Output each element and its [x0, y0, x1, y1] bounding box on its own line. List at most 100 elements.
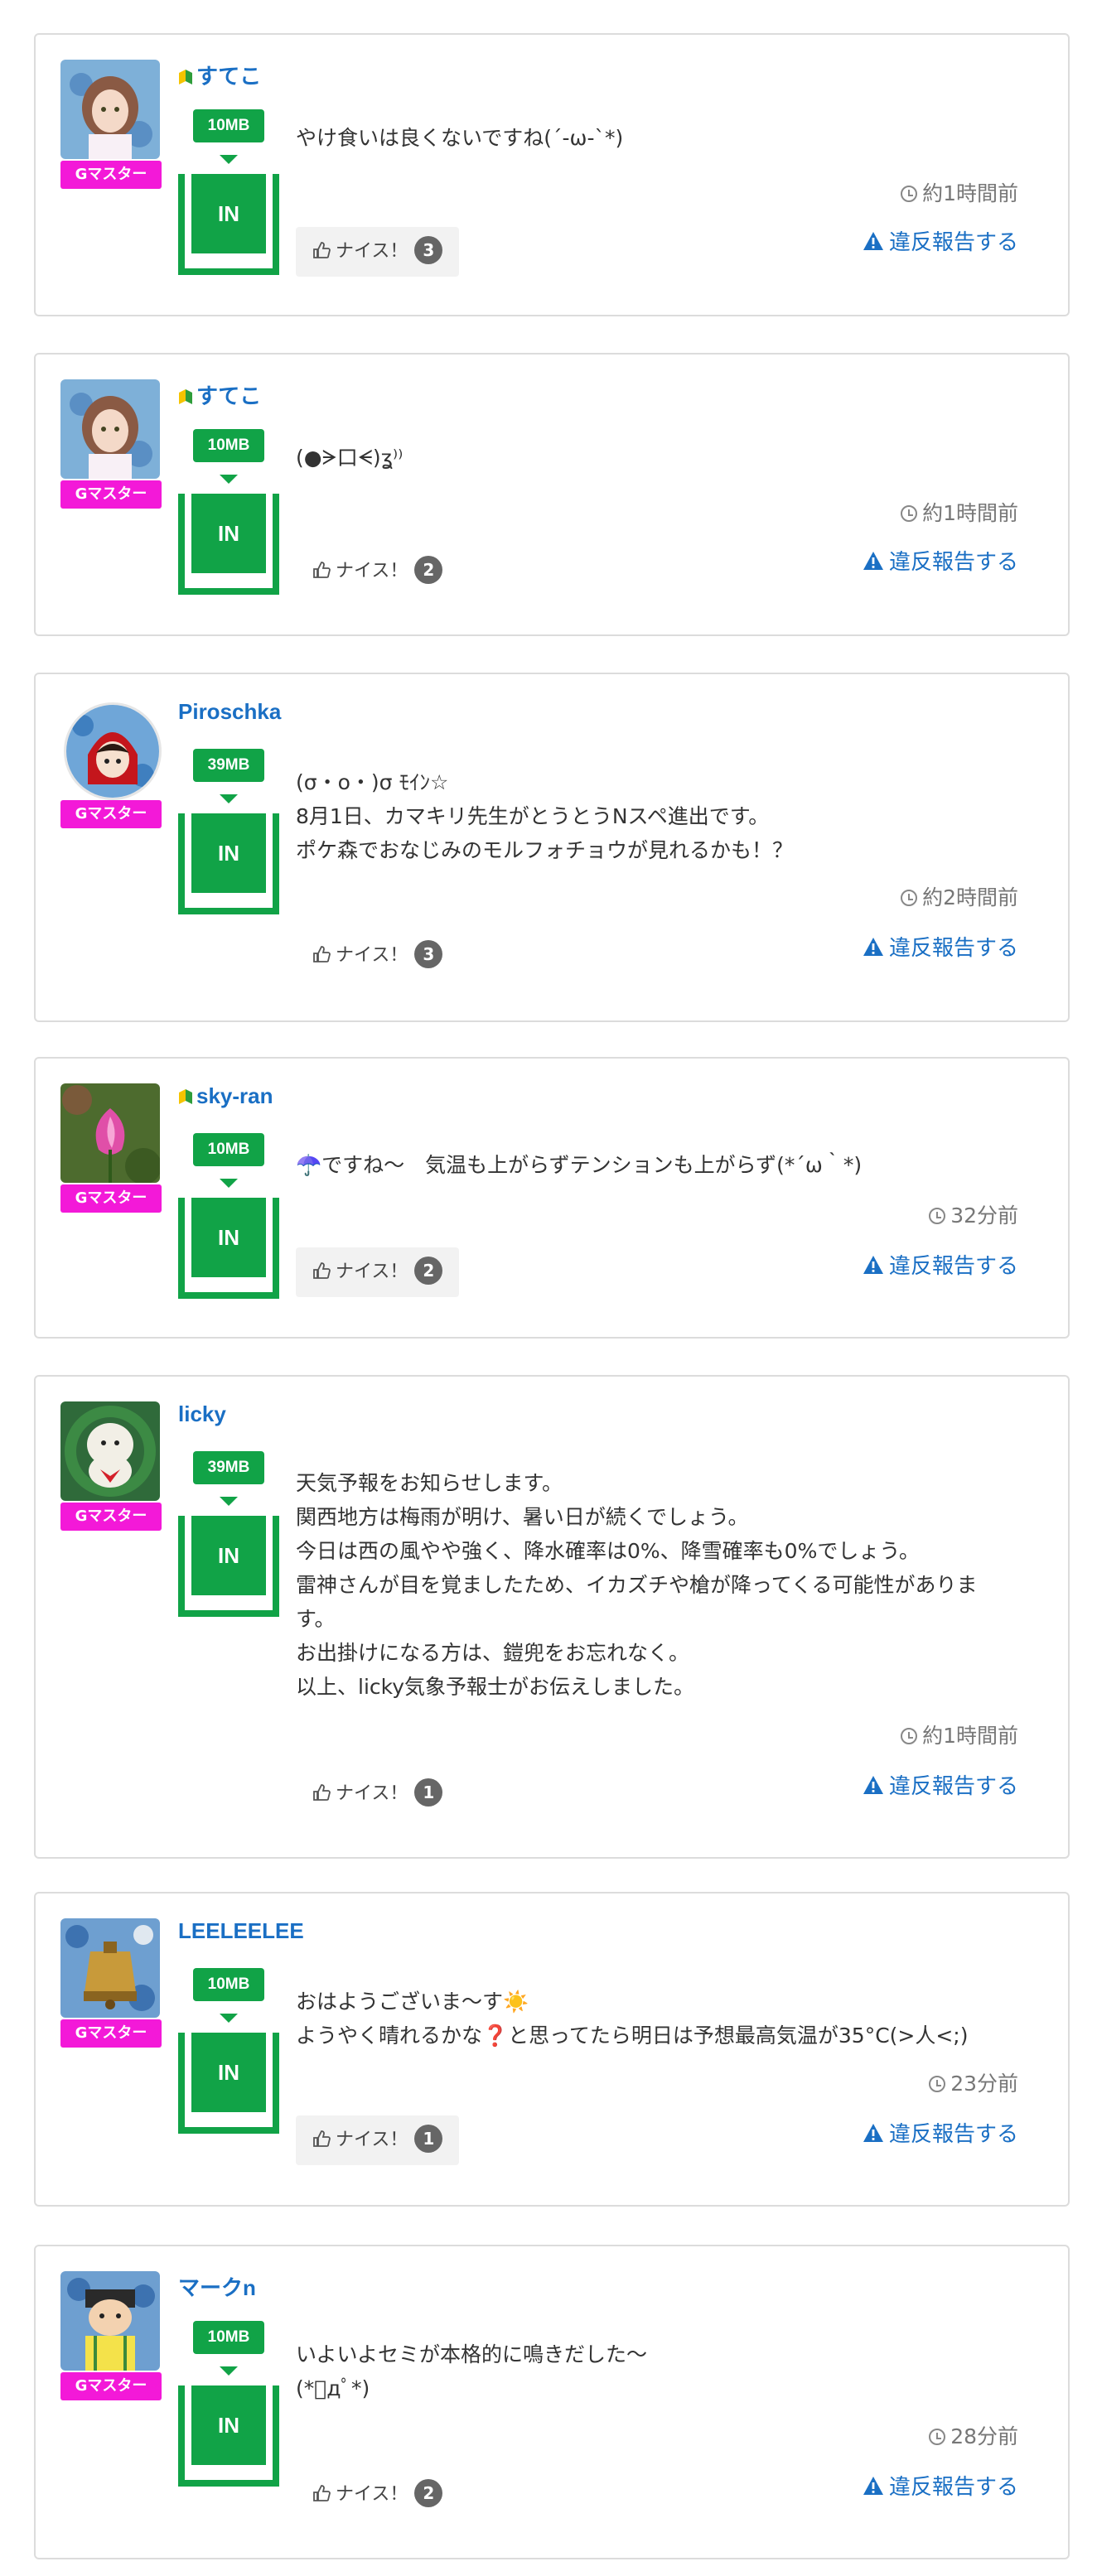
in-box: IN — [178, 2033, 279, 2134]
storage-size-badge: 10MB — [193, 109, 264, 142]
post-time: 32分前 — [929, 1199, 1018, 1229]
in-box: IN — [178, 1516, 279, 1617]
in-box: IN — [178, 2385, 279, 2487]
report-link[interactable]: 違反報告する — [863, 2117, 1018, 2148]
username-link[interactable]: マークn — [178, 2271, 256, 2302]
storage-size-badge: 10MB — [193, 429, 264, 462]
post-message: 天気予報をお知らせします。 関西地方は梅雨が明け、暑い日が続くでしょう。 今日は… — [296, 1471, 978, 1699]
username: licky — [178, 1401, 226, 1426]
post-time: 約2時間前 — [901, 881, 1018, 911]
post-message: (●ᗒ口ᗕ)ʓ⁾⁾ — [296, 446, 404, 470]
nice-button[interactable]: ナイス！ 3 — [296, 227, 460, 277]
g-master-badge: Gマスター — [60, 161, 162, 189]
post-card: Gマスター Piroschka 39MB IN (σ・o・)σ ﾓｲﾝ☆ 8月1… — [34, 673, 1070, 1022]
post-card: Gマスター LEELEELEE 10MB IN おはようございま〜す☀️ ようや… — [34, 1892, 1070, 2207]
post-message: (σ・o・)σ ﾓｲﾝ☆ 8月1日、カマキリ先生がとうとうNスペ進出です。 ポケ… — [296, 770, 794, 862]
storage-size-badge: 10MB — [193, 1133, 264, 1166]
username-link[interactable]: Piroschka — [178, 699, 281, 725]
warning-icon — [863, 2124, 883, 2142]
report-link[interactable]: 違反報告する — [863, 545, 1018, 576]
nice-button[interactable]: ナイス！ 3 — [296, 931, 459, 981]
clock-icon — [929, 2429, 946, 2445]
avatar[interactable] — [60, 379, 160, 479]
warning-icon — [863, 1776, 883, 1794]
thumbs-up-icon — [313, 1262, 331, 1279]
arrow-down-icon — [220, 794, 238, 803]
nice-count: 2 — [414, 556, 443, 584]
thumbs-up-icon — [313, 242, 331, 258]
nice-count: 3 — [414, 236, 443, 264]
avatar[interactable] — [60, 2271, 160, 2371]
warning-icon — [863, 232, 883, 250]
post-card: Gマスター sky-ran 10MB IN ☂️ですね〜 気温も上がらずテンショ… — [34, 1057, 1070, 1339]
nice-count: 3 — [414, 940, 443, 968]
report-link[interactable]: 違反報告する — [863, 931, 1018, 962]
post-time: 約1時間前 — [901, 177, 1018, 207]
avatar[interactable] — [60, 1918, 160, 2018]
post-card: Gマスター すてこ 10MB IN やけ食いは良くないですね(´-ω-`*) 約… — [34, 33, 1070, 316]
post-message: いよいよセミが本格的に鳴きだした〜 (*ﾟдﾟ*) — [296, 2342, 648, 2400]
g-master-badge: Gマスター — [60, 480, 162, 509]
post-card: Gマスター licky 39MB IN 天気予報をお知らせします。 関西地方は梅… — [34, 1375, 1070, 1859]
nice-button[interactable]: ナイス！ 2 — [296, 2470, 459, 2520]
thumbs-up-icon — [313, 562, 331, 578]
report-link[interactable]: 違反報告する — [863, 1249, 1018, 1280]
nice-count: 2 — [414, 1257, 443, 1285]
warning-icon — [863, 552, 883, 570]
thumbs-up-icon — [313, 2485, 331, 2501]
avatar[interactable] — [60, 1083, 160, 1183]
beginner-mark-icon — [179, 1089, 192, 1104]
username-link[interactable]: すてこ — [178, 60, 261, 90]
nice-count: 1 — [414, 1778, 443, 1807]
thumbs-up-icon — [313, 2130, 331, 2147]
post-time: 約1時間前 — [901, 497, 1018, 527]
arrow-down-icon — [220, 1497, 238, 1506]
nice-button[interactable]: ナイス！ 1 — [296, 2115, 460, 2165]
post-time: 28分前 — [929, 2420, 1018, 2450]
post-message: やけ食いは良くないですね(´-ω-`*) — [296, 126, 624, 150]
beginner-mark-icon — [179, 70, 192, 84]
beginner-mark-icon — [179, 389, 192, 404]
arrow-down-icon — [220, 2366, 238, 2376]
g-master-badge: Gマスター — [60, 1184, 162, 1213]
post-card: Gマスター マークn 10MB IN いよいよセミが本格的に鳴きだした〜 (*ﾟ… — [34, 2245, 1070, 2559]
warning-icon — [863, 938, 883, 956]
post-card: Gマスター すてこ 10MB IN (●ᗒ口ᗕ)ʓ⁾⁾ 約1時間前 ナイス！ 2 … — [34, 353, 1070, 636]
arrow-down-icon — [220, 475, 238, 484]
storage-size-badge: 10MB — [193, 1968, 264, 2001]
in-box: IN — [178, 494, 279, 595]
post-time: 約1時間前 — [901, 1720, 1018, 1749]
storage-size-badge: 39MB — [193, 1451, 264, 1484]
warning-icon — [863, 2477, 883, 2495]
username: sky-ran — [196, 1083, 273, 1108]
in-box: IN — [178, 1198, 279, 1299]
post-message: ☂️ですね〜 気温も上がらずテンションも上がらず(*´ω｀*) — [296, 1153, 863, 1177]
username-link[interactable]: sky-ran — [178, 1083, 273, 1109]
username-link[interactable]: LEELEELEE — [178, 1918, 304, 1944]
username: すてこ — [196, 64, 262, 89]
nice-button[interactable]: ナイス！ 2 — [296, 1247, 460, 1297]
avatar[interactable] — [60, 60, 160, 159]
arrow-down-icon — [220, 1179, 238, 1188]
nice-button[interactable]: ナイス！ 1 — [296, 1769, 459, 1819]
g-master-badge: Gマスター — [60, 2019, 162, 2048]
report-link[interactable]: 違反報告する — [863, 2470, 1018, 2501]
clock-icon — [929, 2076, 946, 2092]
avatar[interactable] — [60, 1401, 160, 1501]
clock-icon — [901, 890, 918, 906]
warning-icon — [863, 1256, 883, 1274]
report-link[interactable]: 違反報告する — [863, 1769, 1018, 1800]
avatar[interactable] — [64, 702, 162, 800]
g-master-badge: Gマスター — [60, 1503, 162, 1531]
clock-icon — [901, 505, 918, 522]
g-master-badge: Gマスター — [60, 2372, 162, 2400]
username-link[interactable]: すてこ — [178, 379, 261, 410]
storage-size-badge: 39MB — [193, 749, 264, 782]
report-link[interactable]: 違反報告する — [863, 225, 1018, 256]
thumbs-up-icon — [313, 946, 331, 962]
clock-icon — [901, 186, 918, 202]
nice-count: 2 — [414, 2479, 443, 2507]
nice-button[interactable]: ナイス！ 2 — [296, 547, 459, 596]
username: LEELEELEE — [178, 1918, 304, 1943]
username-link[interactable]: licky — [178, 1401, 226, 1427]
